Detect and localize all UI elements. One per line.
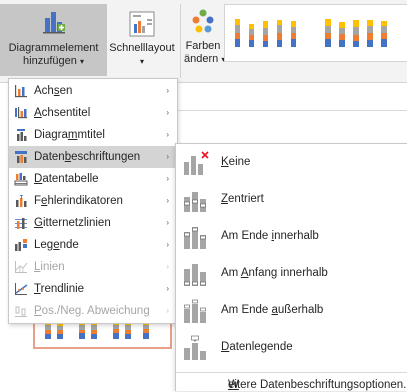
submenu-item-label: Keine [221,156,251,168]
menu-item-error-bars[interactable]: Fehlerindikatoren › [9,190,177,212]
chevron-right-icon: › [166,196,169,205]
chevron-right-icon: › [166,262,169,271]
menu-item-label: Datenbeschriftungen [34,151,141,163]
quick-layout-label: Schnelllayout [109,42,175,54]
menu-item-data-labels[interactable]: Datenbeschriftungen › [9,146,177,168]
submenu-item-center[interactable]: Zentriert [176,182,407,219]
menu-item-gridlines[interactable]: Gitternetzlinien › [9,212,177,234]
submenu-item-inside-end[interactable]: Am Ende innerhalb [176,219,407,256]
data-table-icon [14,173,28,186]
menu-item-lines[interactable]: Linien › [9,256,177,278]
menu-item-label: Diagrammtitel [34,129,105,141]
labels-inside-base-icon [184,264,206,286]
change-colors-button[interactable]: Farben ändern ▾ [184,4,225,76]
menu-item-chart-title[interactable]: Diagrammtitel › [9,124,177,146]
chevron-right-icon: › [166,108,169,117]
quick-layout-icon [129,11,155,37]
add-chart-element-button[interactable]: Diagrammelement hinzufügen ▾ [0,4,107,76]
chevron-right-icon: › [166,130,169,139]
chevron-right-icon: › [166,152,169,161]
menu-item-label: Datentabelle [34,173,99,185]
data-labels-icon [15,151,27,163]
chevron-right-icon: › [166,86,169,95]
change-colors-icon [192,9,214,33]
menu-item-up-down-bars[interactable]: Pos./Neg. Abweichung › [9,300,177,322]
gridlines-icon [15,218,27,229]
chart-styles-gallery[interactable] [224,4,407,62]
more-data-label-options-link[interactable]: Weitere Datenbeschriftungsoptionen... [176,372,407,392]
submenu-item-inside-base[interactable]: Am Anfang innerhalb [176,256,407,293]
submenu-item-label: Datenlegende [221,341,293,353]
chevron-right-icon: › [166,240,169,249]
legend-icon [15,239,27,251]
error-bars-icon [16,195,27,207]
submenu-item-label: Zentriert [221,193,264,205]
ribbon-separator [180,4,181,78]
submenu-item-label: Am Ende außerhalb [221,304,324,316]
labels-none-icon [184,151,209,175]
add-chart-element-icon [42,12,65,34]
labels-center-icon [184,192,206,212]
add-chart-element-label-1: Diagrammelement [8,42,99,54]
submenu-item-label: Am Anfang innerhalb [221,267,328,279]
menu-item-label: Achsentitel [34,107,91,119]
lines-icon [15,261,28,273]
chart-title-icon [17,129,27,141]
menu-item-label: Gitternetzlinien [34,217,111,229]
change-colors-label-2: ändern ▾ [184,53,225,65]
up-down-bars-icon [15,306,27,317]
menu-item-trendline[interactable]: Trendlinie › [9,278,177,300]
document-line [176,110,407,111]
submenu-item-outside-end[interactable]: Am Ende außerhalb [176,293,407,330]
add-chart-element-label-2: hinzufügen ▾ [23,55,84,67]
axis-titles-icon [15,107,27,119]
menu-item-label: Linien [34,261,65,273]
chevron-right-icon: › [166,218,169,227]
chevron-right-icon: › [166,174,169,183]
menu-item-axes[interactable]: Achsen › [9,80,177,102]
labels-outside-end-icon [184,299,206,323]
data-labels-submenu: Keine Zentriert Am Ende innerhalb Am Anf… [175,143,407,391]
quick-layout-arrow: ▾ [139,57,144,66]
quick-layout-button[interactable]: Schnelllayout ▾ [107,4,177,76]
submenu-item-data-callout[interactable]: Datenlegende [176,330,407,367]
labels-inside-end-icon [184,227,206,249]
menu-item-legend[interactable]: Legende › [9,234,177,256]
chart-style-thumbnail-2[interactable] [321,11,391,55]
menu-item-label: Trendlinie [34,283,85,295]
menu-item-data-table[interactable]: Datentabelle › [9,168,177,190]
change-colors-label-1: Farben [185,40,221,52]
submenu-item-none[interactable]: Keine [176,145,407,182]
menu-item-label: Achsen [34,85,73,97]
chevron-right-icon: › [166,284,169,293]
menu-item-label: Legende [34,239,79,251]
chart-style-thumbnail-1[interactable] [231,11,301,55]
trendline-icon [15,283,28,295]
axes-icon [15,85,27,98]
menu-item-label: Pos./Neg. Abweichung [34,305,150,317]
menu-item-label: Fehlerindikatoren [34,195,123,207]
menu-item-axis-titles[interactable]: Achsentitel › [9,102,177,124]
chart-design-ribbon: Diagrammelement hinzufügen ▾ Schnelllayo… [0,0,407,83]
data-callout-icon [184,335,206,360]
add-chart-element-menu: Achsen › Achsentitel › Diagrammtitel › D… [8,78,178,324]
submenu-item-label: Am Ende innerhalb [221,230,319,242]
chevron-right-icon: › [166,306,169,315]
